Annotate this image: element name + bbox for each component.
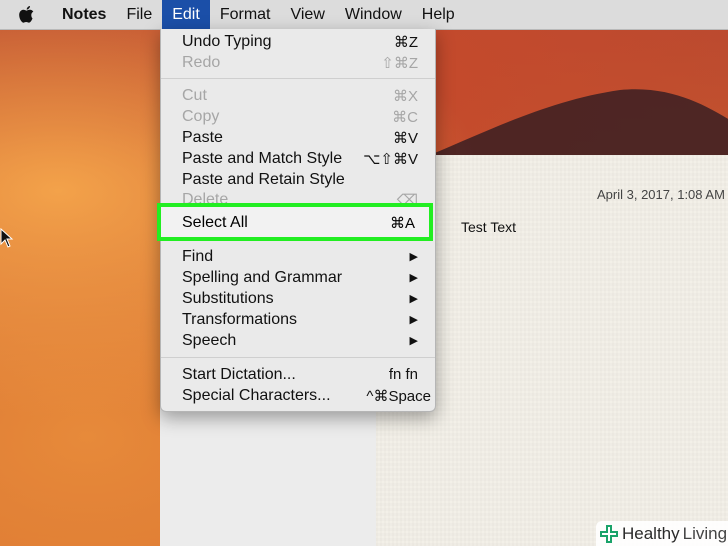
menu-format[interactable]: Format	[210, 0, 281, 29]
menu-item-substitutions[interactable]: Substitutions ▶	[161, 288, 435, 309]
menu-bar: Notes File Edit Format View Window Help	[0, 0, 728, 30]
submenu-arrow-icon: ▶	[409, 251, 418, 263]
menu-item-start-dictation[interactable]: Start Dictation... fn fn	[161, 364, 435, 385]
menu-item-label: Substitutions	[182, 289, 274, 307]
submenu-arrow-icon: ▶	[409, 272, 418, 284]
menu-file[interactable]: File	[116, 0, 162, 29]
menu-item-select-all[interactable]: Select All ⌘A	[161, 212, 429, 233]
menu-item-label: Spelling and Grammar	[182, 268, 343, 286]
menu-item-cut: Cut ⌘X	[161, 85, 435, 106]
watermark-brand-light: Living	[682, 523, 728, 543]
note-body-text[interactable]: Test Text	[461, 219, 516, 235]
menu-notes[interactable]: Notes	[52, 0, 116, 29]
submenu-arrow-icon: ▶	[409, 293, 418, 305]
menu-item-special-characters[interactable]: Special Characters... ^⌘Space	[161, 385, 435, 406]
menu-item-label: Special Characters...	[182, 386, 331, 404]
mouse-pointer-icon	[0, 228, 14, 248]
menu-help[interactable]: Help	[412, 0, 465, 29]
menu-item-label: Select All	[182, 213, 248, 231]
menu-item-paste-retain-style[interactable]: Paste and Retain Style	[161, 169, 435, 190]
menu-item-label: Undo Typing	[182, 32, 272, 50]
menu-item-label: Start Dictation...	[182, 365, 296, 383]
menu-item-find[interactable]: Find ▶	[161, 246, 435, 267]
menu-item-label: Transformations	[182, 310, 297, 328]
apple-menu[interactable]	[0, 6, 52, 23]
plus-cross-icon	[600, 524, 618, 543]
menu-item-label: Cut	[182, 86, 207, 104]
menu-separator	[161, 357, 435, 358]
note-date: April 3, 2017, 1:08 AM	[597, 187, 725, 202]
menu-item-redo: Redo ⇧⌘Z	[161, 52, 435, 73]
menu-item-shortcut: ^⌘Space	[366, 387, 431, 405]
menu-item-label: Speech	[182, 331, 237, 349]
menu-item-shortcut: fn fn	[388, 366, 418, 383]
menu-item-shortcut: ⌘A	[389, 214, 415, 232]
menu-item-speech[interactable]: Speech ▶	[161, 330, 435, 351]
menu-item-copy: Copy ⌘C	[161, 106, 435, 127]
menu-window[interactable]: Window	[335, 0, 412, 29]
menu-item-label: Paste and Match Style	[182, 149, 343, 167]
menu-view[interactable]: View	[280, 0, 334, 29]
menu-item-shortcut: ⌥⇧⌘V	[363, 150, 418, 168]
menu-item-transformations[interactable]: Transformations ▶	[161, 309, 435, 330]
menu-item-label: Find	[182, 247, 214, 265]
menu-item-shortcut: ⌘Z	[393, 33, 418, 51]
menu-item-paste[interactable]: Paste ⌘V	[161, 127, 435, 148]
menu-item-undo-typing[interactable]: Undo Typing ⌘Z	[161, 31, 435, 52]
healthy-living-watermark: Healthy Living	[596, 521, 728, 546]
menu-item-paste-match-style[interactable]: Paste and Match Style ⌥⇧⌘V	[161, 148, 435, 169]
menu-item-label: Copy	[182, 107, 220, 125]
menu-item-shortcut: ⇧⌘Z	[381, 54, 418, 72]
menu-item-shortcut: ⌘X	[392, 87, 418, 105]
menu-edit[interactable]: Edit	[162, 0, 210, 29]
apple-icon	[18, 6, 33, 23]
menu-separator	[161, 78, 435, 79]
watermark-brand-bold: Healthy	[622, 523, 680, 543]
menu-item-label: Redo	[182, 53, 221, 71]
menu-item-spelling-grammar[interactable]: Spelling and Grammar ▶	[161, 267, 435, 288]
submenu-arrow-icon: ▶	[409, 314, 418, 326]
menu-item-label: Paste and Retain Style	[182, 170, 345, 188]
select-all-highlight[interactable]: Select All ⌘A	[157, 203, 433, 241]
submenu-arrow-icon: ▶	[409, 335, 418, 347]
menu-item-shortcut: ⌘C	[392, 108, 418, 126]
menu-item-label: Paste	[182, 128, 223, 146]
menu-item-shortcut: ⌘V	[392, 129, 418, 147]
